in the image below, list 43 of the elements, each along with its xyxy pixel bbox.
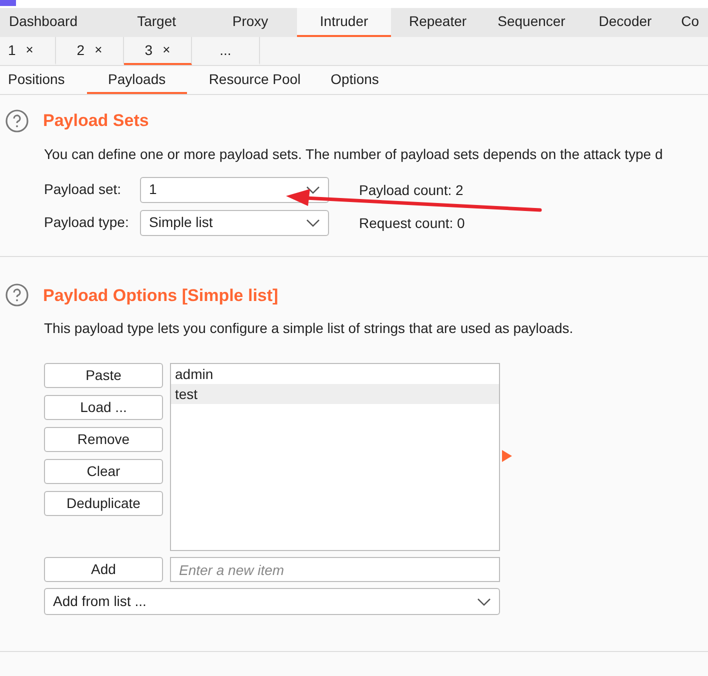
- chevron-down-icon: [477, 598, 491, 606]
- chevron-down-icon: [306, 218, 320, 226]
- main-tab[interactable]: Sequencer: [484, 8, 578, 37]
- list-action-button[interactable]: Clear: [44, 459, 163, 484]
- add-from-list-dropdown[interactable]: Add from list ...: [44, 588, 500, 615]
- help-icon[interactable]: [5, 283, 29, 308]
- main-tab[interactable]: Repeater: [390, 8, 485, 37]
- section-description: You can define one or more payload sets. The number of payload sets depends on the attack type d: [43, 144, 664, 164]
- payload-list-item[interactable]: test: [171, 384, 499, 404]
- attack-tab[interactable]: 2 ×: [56, 37, 124, 65]
- help-icon[interactable]: [5, 108, 29, 133]
- sub-tab[interactable]: Payloads: [86, 66, 187, 94]
- sub-tab[interactable]: Options: [322, 66, 387, 94]
- main-tab[interactable]: Target: [110, 8, 204, 37]
- main-tab[interactable]: Dashboard: [0, 8, 110, 37]
- main-tab[interactable]: Proxy: [203, 8, 298, 37]
- payload-set-dropdown[interactable]: 1: [140, 176, 329, 202]
- add-button[interactable]: Add: [44, 557, 163, 582]
- attack-tab[interactable]: 1 ×: [0, 37, 56, 65]
- main-tab[interactable]: Intruder: [297, 8, 391, 37]
- section-title: Payload Sets: [43, 110, 149, 132]
- field-label: Payload type:: [44, 213, 130, 232]
- section-title: Payload Options [Simple list]: [43, 284, 278, 306]
- payload-type-dropdown[interactable]: Simple list: [140, 210, 329, 236]
- list-action-button[interactable]: Deduplicate: [44, 491, 163, 516]
- list-action-button[interactable]: Paste: [44, 363, 163, 388]
- chevron-down-icon: [306, 186, 320, 194]
- sub-tab[interactable]: Resource Pool: [200, 66, 309, 94]
- app-logo-icon: [0, 0, 16, 6]
- payload-count: Payload count: 2: [359, 180, 464, 200]
- expand-arrow-icon[interactable]: [502, 450, 512, 462]
- request-count: Request count: 0: [359, 214, 465, 233]
- attack-tab[interactable]: 3 ×: [124, 37, 192, 65]
- list-action-button[interactable]: Load ...: [44, 395, 163, 420]
- list-action-button[interactable]: Remove: [44, 427, 163, 452]
- main-tab[interactable]: Co: [672, 8, 708, 37]
- section-description: This payload type lets you configure a simple list of strings that are used as payloads.: [43, 319, 574, 338]
- field-label: Payload set:: [44, 180, 122, 199]
- attack-tab[interactable]: ...: [192, 37, 260, 65]
- sub-tab[interactable]: Positions: [0, 66, 73, 94]
- main-tab[interactable]: Decoder: [578, 8, 672, 37]
- new-item-input[interactable]: Enter a new item: [170, 557, 500, 582]
- payload-list-item[interactable]: admin: [171, 364, 499, 384]
